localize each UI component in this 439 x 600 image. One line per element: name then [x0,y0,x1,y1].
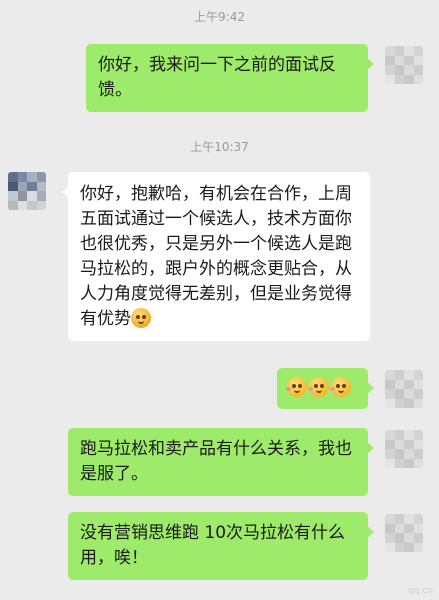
message-text: 跑马拉松和卖产品有什么关系，我也是服了。 [80,439,352,484]
avatar-self[interactable] [385,514,423,552]
pleading-face-icon [286,377,307,397]
message-text: 你好，抱歉哈，有机会在合作，上周五面试通过一个候选人，技术方面你也很优秀，只是另… [80,184,352,329]
message-bubble-sent[interactable] [277,368,374,409]
avatar-self[interactable] [385,370,423,408]
avatar-self[interactable] [385,430,423,468]
timestamp: 上午9:42 [194,10,245,24]
message-text: 你好，我来问一下之前的面试反馈。 [98,55,336,100]
avatar-self[interactable] [385,46,423,84]
pleading-face-icon [308,377,329,397]
message-bubble-sent[interactable]: 没有营销思维跑 10次马拉松有什么用，唉！ [68,512,374,580]
sweat-smile-icon [131,308,151,328]
message-bubble-sent[interactable]: 跑马拉松和卖产品有什么关系，我也是服了。 [68,428,374,496]
timestamp: 上午10:37 [190,140,249,154]
message-bubble-received[interactable]: 你好，抱歉哈，有机会在合作，上周五面试通过一个候选人，技术方面你也很优秀，只是另… [62,172,370,341]
message-text: 没有营销思维跑 10次马拉松有什么用，唉！ [80,523,346,568]
pleading-face-icon [330,377,351,397]
watermark: qq.cn [408,586,433,596]
avatar-contact[interactable] [8,172,46,210]
message-bubble-sent[interactable]: 你好，我来问一下之前的面试反馈。 [86,44,374,112]
